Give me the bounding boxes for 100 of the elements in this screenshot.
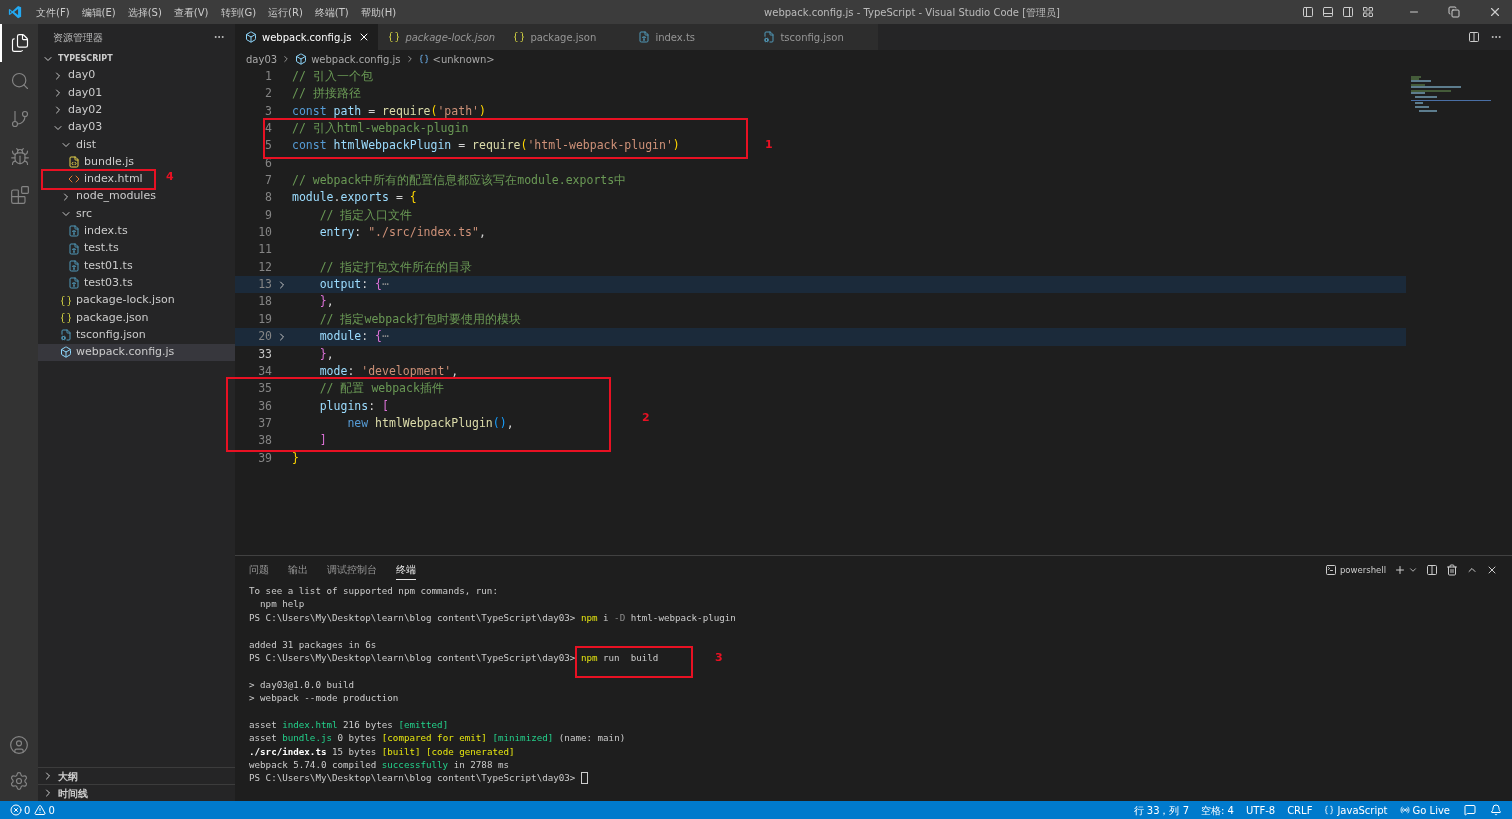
tree-item-label: test03.ts: [84, 274, 133, 291]
line-number: 18: [257, 293, 272, 311]
menu-item[interactable]: 文件(F): [30, 4, 76, 20]
tree-item-label: node_modules: [76, 188, 156, 205]
warning-count[interactable]: 0: [48, 802, 55, 818]
menu-item[interactable]: 终端(T): [308, 4, 355, 20]
terminal-line: PS C:\Users\My\Desktop\learn\blog content\TypeScript\day03>: [249, 771, 577, 785]
collapsed-section[interactable]: 大纲: [38, 767, 235, 784]
editor-tab[interactable]: webpack.config.js: [235, 24, 379, 50]
editor-tab[interactable]: package.json: [503, 24, 629, 50]
menu-item[interactable]: 选择(S): [121, 4, 168, 20]
tree-item[interactable]: webpack.config.js: [38, 343, 235, 362]
panel-tab[interactable]: 问题: [249, 560, 269, 580]
tree-item[interactable]: test03.ts: [38, 274, 135, 292]
status-item[interactable]: JavaScript: [1318, 802, 1394, 818]
logo-icon: [8, 5, 22, 19]
line-number: 1: [264, 68, 272, 85]
feedback-icon[interactable]: [1464, 804, 1476, 816]
editor-tab[interactable]: tsconfig.json: [753, 24, 879, 50]
tree-item[interactable]: dist: [38, 136, 99, 154]
code-line: plugins: [: [318, 397, 389, 415]
line-number: 7: [264, 172, 272, 190]
braces-icon: [1324, 805, 1335, 815]
trash-icon[interactable]: [1446, 564, 1458, 576]
tree-item[interactable]: day03: [38, 118, 105, 137]
tree-item[interactable]: test01.ts: [38, 257, 135, 275]
tree-item-label: src: [76, 205, 93, 222]
tree-item-label: day0: [68, 67, 96, 84]
section-header[interactable]: TYPESCRIPT: [58, 52, 113, 65]
menu-item[interactable]: 运行(R): [262, 4, 309, 20]
error-count[interactable]: 0: [24, 802, 31, 818]
menu-item[interactable]: 帮助(H): [354, 4, 403, 20]
shell-name[interactable]: powershell: [1339, 563, 1386, 577]
type-file-icon: [68, 242, 80, 255]
chevron-down-icon[interactable]: [1408, 565, 1418, 575]
status-item[interactable]: CRLF: [1281, 802, 1319, 818]
status-item[interactable]: UTF-8: [1239, 802, 1282, 818]
panel-tab[interactable]: 终端: [396, 560, 416, 580]
panel-right-icon[interactable]: [1342, 6, 1354, 18]
annotation-label: 1: [765, 137, 773, 153]
terminal-line: asset index.html 216 bytes [emitted]: [249, 717, 449, 732]
menu-item[interactable]: 编辑(E): [75, 4, 122, 20]
tree-item[interactable]: test.ts: [38, 239, 121, 258]
status-item[interactable]: Go Live: [1393, 802, 1456, 818]
tree-item[interactable]: day01: [38, 84, 105, 102]
menu-item[interactable]: 转到(G): [214, 4, 263, 20]
code-line: // 指定打包文件所在的目录: [318, 258, 473, 276]
code-line: // 指定入口文件: [318, 206, 413, 224]
panel-bottom-icon[interactable]: [1322, 6, 1334, 18]
breadcrumb-item[interactable]: <unknown>: [432, 51, 495, 67]
tree-item[interactable]: src: [38, 205, 95, 223]
line-number: 37: [257, 414, 272, 432]
tree-item[interactable]: day02: [38, 101, 105, 119]
account-icon[interactable]: [9, 735, 29, 755]
tree-item[interactable]: bundle.js: [38, 153, 136, 171]
tree-item[interactable]: day0: [38, 67, 98, 85]
split-editor-icon[interactable]: [1468, 31, 1480, 43]
split-terminal-icon[interactable]: [1426, 564, 1438, 576]
line-number: 33: [257, 345, 272, 363]
terminal-line: added 31 packages in 6s: [249, 637, 377, 651]
line-number: 12: [257, 258, 272, 276]
restore-icon[interactable]: [1448, 6, 1460, 18]
code-line: new htmlWebpackPlugin(),: [346, 414, 514, 432]
terminal-line: asset bundle.js 0 bytes [compared for emit] [minimized] (name: main): [249, 731, 626, 745]
config-file-icon: [763, 31, 776, 43]
section-header-label: 大纲: [58, 769, 78, 784]
tree-item-label: test01.ts: [84, 257, 133, 274]
settings-icon[interactable]: [9, 771, 29, 791]
tree-item-label: test.ts: [84, 240, 119, 257]
tree-item-label: webpack.config.js: [76, 344, 175, 361]
breadcrumb-item[interactable]: day03: [246, 51, 278, 67]
status-item[interactable]: 空格: 4: [1195, 802, 1240, 818]
line-number: 19: [257, 310, 272, 328]
tree-item[interactable]: package-lock.json: [38, 291, 177, 310]
close-icon[interactable]: [1488, 5, 1502, 19]
code-line: // webpack中所有的配置信息都应该写在module.exports中: [292, 172, 627, 190]
annotation-label: 2: [642, 410, 650, 426]
menu-item[interactable]: 查看(V): [167, 4, 215, 20]
panel-tab[interactable]: 输出: [288, 560, 308, 580]
tree-item[interactable]: index.html: [38, 170, 145, 189]
close-icon[interactable]: [1486, 564, 1498, 576]
status-item[interactable]: 行 33，列 7: [1127, 802, 1196, 818]
code-line: module: {⋯: [318, 328, 389, 346]
line-number: 8: [264, 189, 272, 207]
tree-item[interactable]: package.json: [38, 309, 151, 327]
type-file-icon: [68, 225, 80, 238]
tree-item[interactable]: node_modules: [38, 188, 158, 206]
breadcrumb-item[interactable]: webpack.config.js: [311, 51, 401, 67]
panel-left-icon[interactable]: [1302, 6, 1314, 18]
tree-item[interactable]: tsconfig.json: [38, 326, 148, 344]
error-icon[interactable]: [10, 804, 22, 816]
bell-icon[interactable]: [1490, 804, 1502, 816]
editor-tab[interactable]: package-lock.json: [378, 24, 504, 50]
terminal-icon: [1324, 564, 1337, 576]
add-icon[interactable]: [1394, 564, 1406, 576]
warning-icon[interactable]: [34, 804, 47, 816]
panel-tab[interactable]: 调试控制台: [327, 560, 377, 580]
editor-tab[interactable]: index.ts: [628, 24, 754, 50]
layout-icon[interactable]: [1362, 6, 1374, 18]
tree-item[interactable]: index.ts: [38, 222, 130, 240]
